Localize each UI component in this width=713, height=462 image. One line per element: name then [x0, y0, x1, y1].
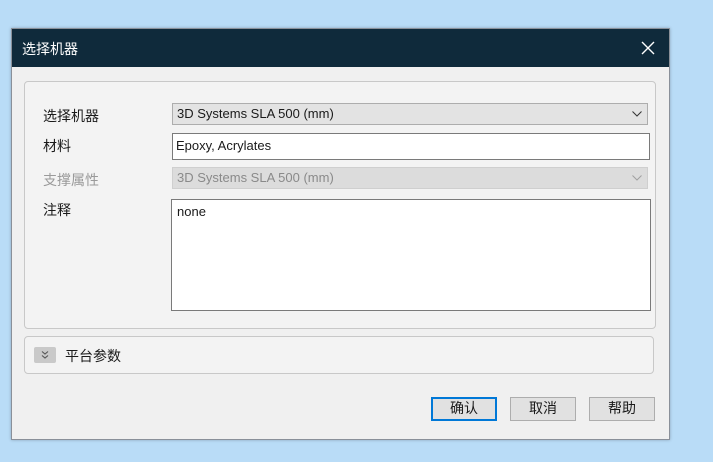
chevron-down-icon [632, 104, 642, 124]
dialog-title: 选择机器 [22, 42, 78, 58]
chevron-down-icon [632, 168, 642, 188]
close-icon [641, 41, 655, 55]
close-button[interactable] [637, 37, 659, 59]
select-machine-dialog: 选择机器 选择机器 3D Systems SLA 500 (mm) 材料 Epo… [11, 28, 670, 440]
title-bar: 选择机器 [12, 29, 669, 67]
platform-parameters-section[interactable]: 平台参数 [24, 336, 654, 374]
ok-button[interactable]: 确认 [431, 397, 497, 421]
double-chevron-down-icon [34, 347, 56, 363]
support-select-value: 3D Systems SLA 500 (mm) [177, 170, 334, 185]
help-button[interactable]: 帮助 [589, 397, 655, 421]
machine-select-value: 3D Systems SLA 500 (mm) [177, 106, 334, 121]
support-select: 3D Systems SLA 500 (mm) [172, 167, 648, 189]
material-field[interactable]: Epoxy, Acrylates [172, 133, 650, 160]
machine-settings-group: 选择机器 3D Systems SLA 500 (mm) 材料 Epoxy, A… [24, 81, 656, 329]
notes-textarea[interactable]: none [171, 199, 651, 311]
cancel-button[interactable]: 取消 [510, 397, 576, 421]
material-label: 材料 [43, 139, 71, 155]
machine-label: 选择机器 [43, 109, 99, 125]
platform-parameters-label: 平台参数 [65, 349, 121, 365]
machine-select[interactable]: 3D Systems SLA 500 (mm) [172, 103, 648, 125]
notes-label: 注释 [43, 203, 71, 219]
support-label: 支撑属性 [43, 173, 99, 189]
